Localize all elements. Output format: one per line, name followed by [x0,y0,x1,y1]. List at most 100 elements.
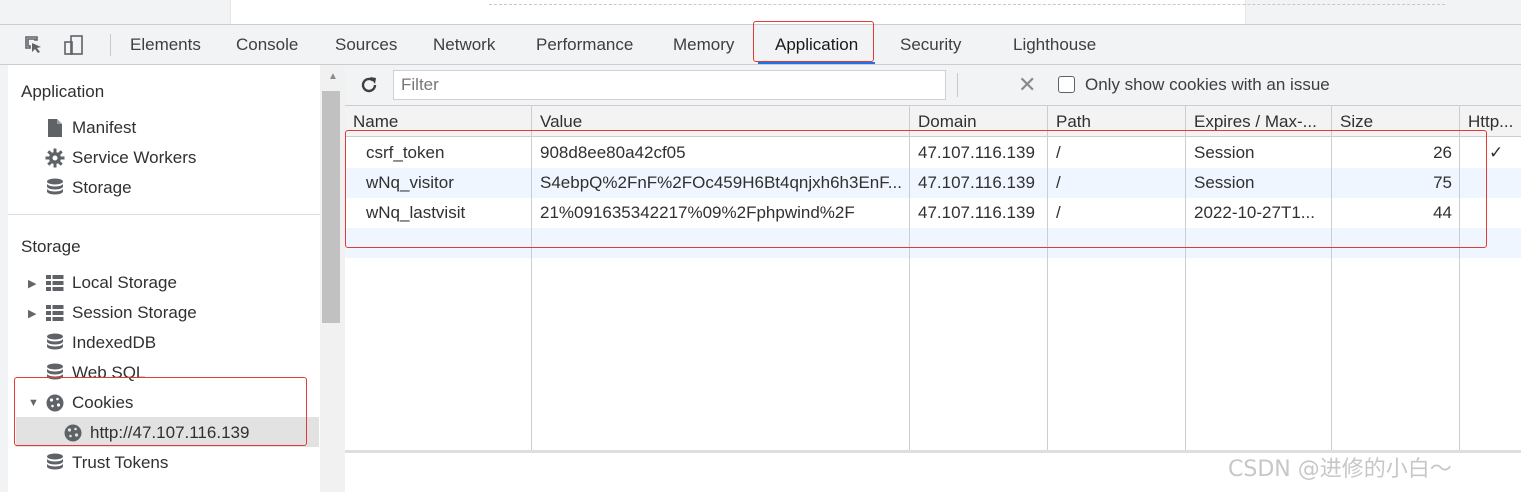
device-toolbar-icon[interactable] [62,33,86,57]
column-divider[interactable] [1331,106,1332,451]
tab-security[interactable]: Security [900,25,961,64]
sidebar-item-label: Cookies [72,393,134,412]
tab-performance[interactable]: Performance [536,25,633,64]
cookie-icon [62,422,84,444]
cell-httponly [1481,198,1521,228]
column-divider[interactable] [1185,106,1186,451]
sidebar-item-service-workers[interactable]: Service Workers [44,144,196,172]
sidebar-section-application: Application [21,82,105,101]
cell-value: S4ebpQ%2FnF%2FOc459H6Bt4qnjxh6h3EnF... [540,173,902,192]
database-icon [44,452,66,474]
tab-application[interactable]: Application [757,25,876,64]
refresh-icon[interactable] [358,74,380,96]
toolbar-separator [957,73,958,97]
clear-cookies-icon[interactable]: ✕ [1018,71,1036,99]
sidebar-divider [8,214,320,215]
dashed-divider [489,4,1445,5]
gear-icon [44,147,66,169]
column-header-size[interactable]: Size [1332,106,1460,137]
tab-sources[interactable]: Sources [335,25,397,64]
sidebar-item-cookie-origin[interactable]: http://47.107.116.139 [62,419,249,447]
column-header-httponly[interactable]: Http... [1460,106,1521,137]
cell-httponly [1481,168,1521,198]
cell-value: 908d8ee80a42cf05 [540,143,686,162]
scroll-up-arrow-icon[interactable]: ▲ [328,71,338,82]
sidebar-item-indexeddb[interactable]: IndexedDB [44,329,156,357]
document-icon [44,117,66,139]
sidebar-item-web-sql[interactable]: Web SQL [44,359,145,387]
table-row[interactable]: wNq_lastvisit 21%091635342217%09%2Fphpwi… [345,198,1521,228]
column-header-expires[interactable]: Expires / Max-... [1186,106,1332,137]
sidebar-item-label: IndexedDB [72,333,157,352]
sidebar-item-session-storage[interactable]: ▶ Session Storage [28,299,197,327]
grid-icon [44,272,66,294]
sidebar-item-local-storage[interactable]: ▶ Local Storage [28,269,177,297]
page-content-area [230,0,1445,24]
column-divider[interactable] [1047,106,1048,451]
cookies-table: Name Value Domain Path Expires / Max-...… [345,106,1521,453]
cell-httponly: ✓ [1489,143,1504,162]
tab-network[interactable]: Network [433,25,495,64]
cell-expires: 2022-10-27T1... [1194,203,1315,222]
sidebar-item-label: Storage [72,178,132,197]
cell-path: / [1056,173,1061,192]
collapse-arrow-icon[interactable]: ▼ [28,397,42,409]
tab-elements[interactable]: Elements [130,25,201,64]
cell-path: / [1056,203,1061,222]
cell-path: / [1056,143,1061,162]
cell-size: 26 [1433,143,1452,162]
tab-memory[interactable]: Memory [673,25,734,64]
cookie-icon [44,392,66,414]
table-row-empty [345,228,1521,258]
sidebar-scroll-thumb[interactable] [322,91,340,323]
expand-arrow-icon[interactable]: ▶ [28,277,42,290]
devtools-toolbar: Elements Console Sources Network Perform… [0,24,1521,65]
database-icon [44,362,66,384]
column-header-name[interactable]: Name [345,106,532,137]
column-divider[interactable] [1459,106,1460,451]
sidebar-item-trust-tokens[interactable]: Trust Tokens [44,449,168,477]
expand-arrow-icon[interactable]: ▶ [28,307,42,320]
toolbar-separator [110,34,111,56]
sidebar-item-label: Session Storage [72,303,197,322]
cell-name: csrf_token [366,143,445,162]
grid-icon [44,302,66,324]
watermark: CSDN @进修的小白～ [1228,457,1452,482]
sidebar-item-cookies[interactable]: ▼ Cookies [28,389,133,417]
application-sidebar: Application Manifest Service Workers Sto… [8,65,345,492]
sidebar-item-manifest[interactable]: Manifest [44,114,136,142]
cell-name: wNq_lastvisit [366,203,466,222]
column-divider[interactable] [531,106,532,451]
cell-expires: Session [1194,143,1255,162]
sidebar-item-label: Local Storage [72,273,177,292]
filter-input[interactable] [393,70,946,100]
column-divider[interactable] [909,106,910,451]
cookies-toolbar: ✕ Only show cookies with an issue [345,65,1521,106]
column-header-value[interactable]: Value [532,106,910,137]
cell-expires: Session [1194,173,1255,192]
cell-domain: 47.107.116.139 [918,203,1035,222]
cell-name: wNq_visitor [366,173,454,192]
database-icon [44,332,66,354]
cell-value: 21%091635342217%09%2Fphpwind%2F [540,203,855,222]
page-viewport-strip [0,0,1521,24]
cell-domain: 47.107.116.139 [918,143,1035,162]
sidebar-item-storage[interactable]: Storage [44,174,132,202]
column-header-domain[interactable]: Domain [910,106,1048,137]
sidebar-section-storage: Storage [21,237,81,256]
sidebar-item-label: Trust Tokens [72,453,169,472]
column-header-path[interactable]: Path [1048,106,1186,137]
tab-console[interactable]: Console [236,25,298,64]
database-icon [44,177,66,199]
inspect-element-icon[interactable] [22,33,46,57]
sidebar-item-label: Service Workers [72,148,197,167]
cell-size: 44 [1433,203,1452,222]
sidebar-item-label: Web SQL [72,363,146,382]
table-row[interactable]: csrf_token 908d8ee80a42cf05 47.107.116.1… [345,138,1521,168]
only-issues-label: Only show cookies with an issue [1085,75,1330,94]
tab-lighthouse[interactable]: Lighthouse [1013,25,1096,64]
cell-domain: 47.107.116.139 [918,173,1035,192]
only-issues-checkbox[interactable] [1058,76,1075,93]
table-row[interactable]: wNq_visitor S4ebpQ%2FnF%2FOc459H6Bt4qnjx… [345,168,1521,198]
sidebar-item-label: http://47.107.116.139 [90,423,250,442]
